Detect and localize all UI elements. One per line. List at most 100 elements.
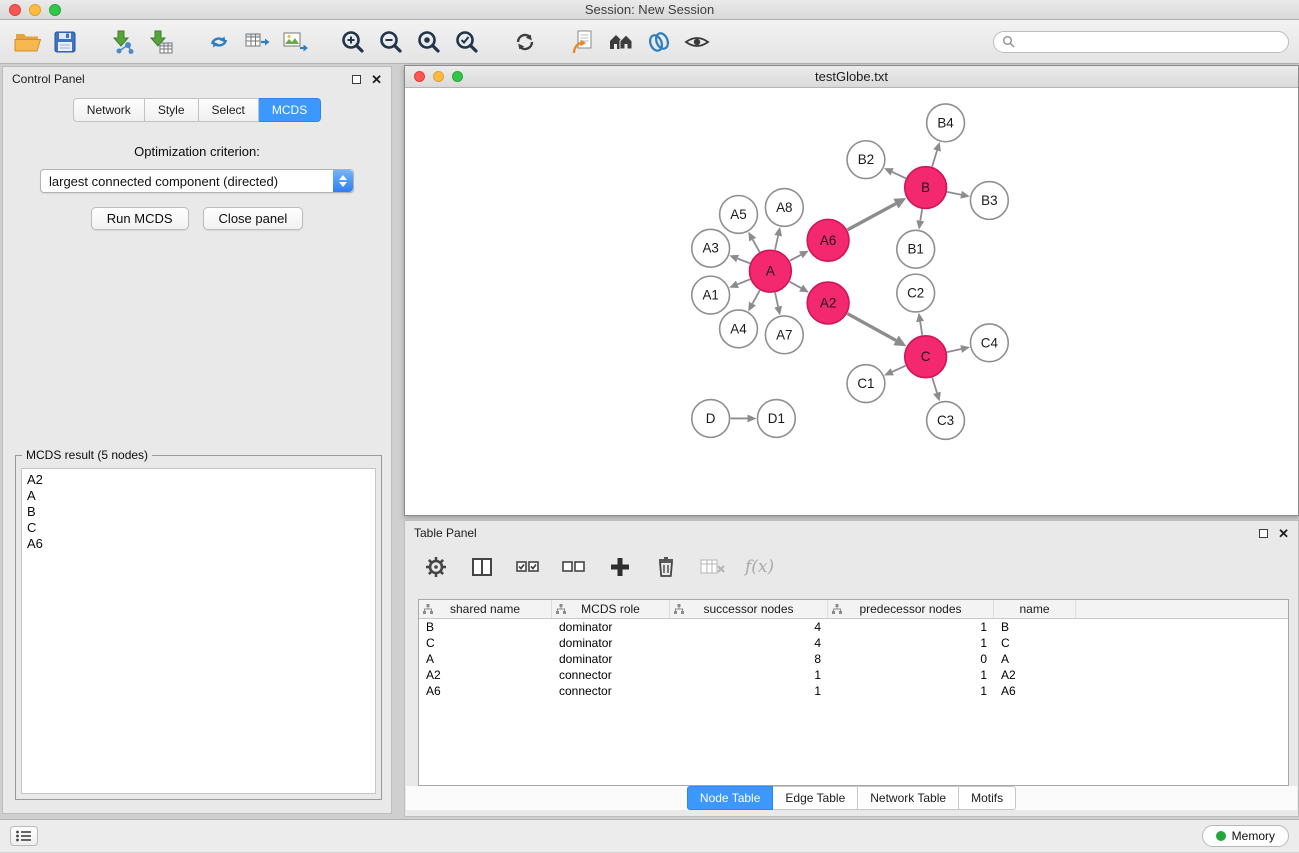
minimize-window-button[interactable] (29, 4, 41, 16)
refresh-view-button[interactable] (508, 25, 542, 59)
mcds-buttons-row: Run MCDS Close panel (3, 207, 391, 230)
graph-edge[interactable] (738, 259, 750, 264)
close-table-panel-button[interactable]: ✕ (1278, 527, 1289, 540)
graph-edge[interactable] (947, 192, 961, 195)
tab-style[interactable]: Style (145, 98, 199, 122)
column-header-successor-nodes[interactable]: successor nodes (670, 600, 828, 618)
tab-edge-table[interactable]: Edge Table (773, 786, 858, 810)
delete-table-button[interactable] (699, 554, 725, 580)
open-session-button[interactable] (10, 25, 44, 59)
graph-edge[interactable] (775, 293, 778, 307)
graph-edge[interactable] (892, 366, 905, 372)
application-window: Session: New Session (0, 0, 1299, 852)
apply-layout-button[interactable] (202, 25, 236, 59)
optimization-criterion-label: Optimization criterion: (3, 144, 391, 159)
mcds-result-item[interactable]: A (27, 488, 370, 504)
mcds-result-item[interactable]: A2 (27, 472, 370, 488)
graph-edge[interactable] (847, 314, 896, 341)
tab-select[interactable]: Select (199, 98, 259, 122)
clipboard-import-button[interactable] (566, 25, 600, 59)
search-input[interactable] (1020, 35, 1280, 49)
graph-edge[interactable] (753, 240, 760, 252)
float-table-panel-button[interactable] (1259, 529, 1268, 538)
graph-edge[interactable] (932, 150, 937, 166)
table-row[interactable]: C dominator 4 1 C (419, 635, 1288, 651)
import-network-button[interactable] (106, 25, 140, 59)
show-columns-button[interactable] (469, 554, 495, 580)
table-settings-button[interactable] (423, 554, 449, 580)
zoom-out-button[interactable] (374, 25, 408, 59)
tab-network[interactable]: Network (73, 98, 145, 122)
control-panel-header: Control Panel ✕ (3, 67, 391, 91)
add-column-button[interactable] (607, 554, 633, 580)
graph-node-label: C4 (981, 335, 999, 350)
column-header-mcds-role[interactable]: MCDS role (552, 600, 670, 618)
optimization-dropdown[interactable]: largest connected component (directed) (40, 169, 354, 193)
zoom-in-button[interactable] (336, 25, 370, 59)
table-row[interactable]: B dominator 4 1 B (419, 619, 1288, 635)
fullscreen-window-button[interactable] (49, 4, 61, 16)
zoom-selected-button[interactable] (450, 25, 484, 59)
mcds-result-item[interactable]: C (27, 520, 370, 536)
control-panel: Control Panel ✕ Network Style Select MCD… (2, 66, 392, 814)
graph-edge[interactable] (790, 255, 801, 261)
tab-mcds[interactable]: MCDS (259, 98, 321, 122)
graph-node-label: D (706, 411, 716, 426)
first-neighbors-button[interactable] (604, 25, 638, 59)
graph-edge[interactable] (932, 378, 937, 393)
graph-node-label: A1 (702, 288, 718, 303)
graph-edge[interactable] (790, 282, 802, 288)
select-all-button[interactable] (515, 554, 541, 580)
venn-button[interactable] (642, 25, 676, 59)
open-folder-icon (14, 31, 41, 53)
network-close-button[interactable] (414, 71, 425, 82)
network-minimize-button[interactable] (433, 71, 444, 82)
zoom-in-icon (340, 29, 366, 55)
graph-node-label: A8 (776, 200, 792, 215)
graph-edge[interactable] (847, 204, 895, 230)
tab-network-table[interactable]: Network Table (858, 786, 959, 810)
deselect-all-button[interactable] (561, 554, 587, 580)
graph-edge[interactable] (752, 290, 759, 303)
table-row[interactable]: A6 connector 1 1 A6 (419, 683, 1288, 699)
show-hide-button[interactable] (680, 25, 714, 59)
graph-edge[interactable] (920, 322, 922, 336)
tab-motifs[interactable]: Motifs (959, 786, 1016, 810)
column-header-shared-name[interactable]: shared name (419, 600, 552, 618)
column-header-predecessor-nodes[interactable]: predecessor nodes (828, 600, 994, 618)
mcds-result-item[interactable]: A6 (27, 536, 370, 552)
graph-edge[interactable] (737, 279, 750, 284)
network-maximize-button[interactable] (452, 71, 463, 82)
table-panel-header: Table Panel ✕ (405, 521, 1298, 545)
graph-edge[interactable] (775, 236, 778, 250)
column-header-name[interactable]: name (994, 600, 1076, 618)
delete-column-button[interactable] (653, 554, 679, 580)
memory-button[interactable]: Memory (1202, 825, 1289, 847)
save-session-button[interactable] (48, 25, 82, 59)
graph-node-label: C (921, 349, 931, 364)
network-canvas[interactable]: B4B2BB3A8A5A6B1A3AC2A1A2A4A7C4CC1C3DD1 (405, 89, 1298, 515)
graph-edge[interactable] (947, 349, 961, 352)
table-row[interactable]: A2 connector 1 1 A2 (419, 667, 1288, 683)
run-mcds-button[interactable]: Run MCDS (91, 207, 189, 230)
close-window-button[interactable] (9, 4, 21, 16)
mcds-result-list[interactable]: A2 A B C A6 (21, 468, 376, 794)
export-table-button[interactable] (240, 25, 274, 59)
task-history-button[interactable] (10, 826, 38, 846)
export-image-button[interactable] (278, 25, 312, 59)
tab-node-table[interactable]: Node Table (687, 786, 774, 810)
close-panel-button[interactable]: Close panel (203, 207, 304, 230)
network-graph[interactable]: B4B2BB3A8A5A6B1A3AC2A1A2A4A7C4CC1C3DD1 (405, 89, 1298, 515)
task-list-icon (16, 830, 32, 842)
mcds-result-item[interactable]: B (27, 504, 370, 520)
table-row[interactable]: A dominator 8 0 A (419, 651, 1288, 667)
float-panel-button[interactable] (352, 75, 361, 84)
close-control-panel-button[interactable]: ✕ (371, 73, 382, 86)
zoom-fit-button[interactable] (412, 25, 446, 59)
function-builder-button[interactable]: f(x) (745, 554, 774, 580)
graph-edge[interactable] (892, 172, 906, 178)
graph-edge[interactable] (920, 209, 922, 221)
import-table-button[interactable] (144, 25, 178, 59)
network-window-titlebar: testGlobe.txt (405, 66, 1298, 88)
checked-boxes-icon (515, 557, 541, 577)
